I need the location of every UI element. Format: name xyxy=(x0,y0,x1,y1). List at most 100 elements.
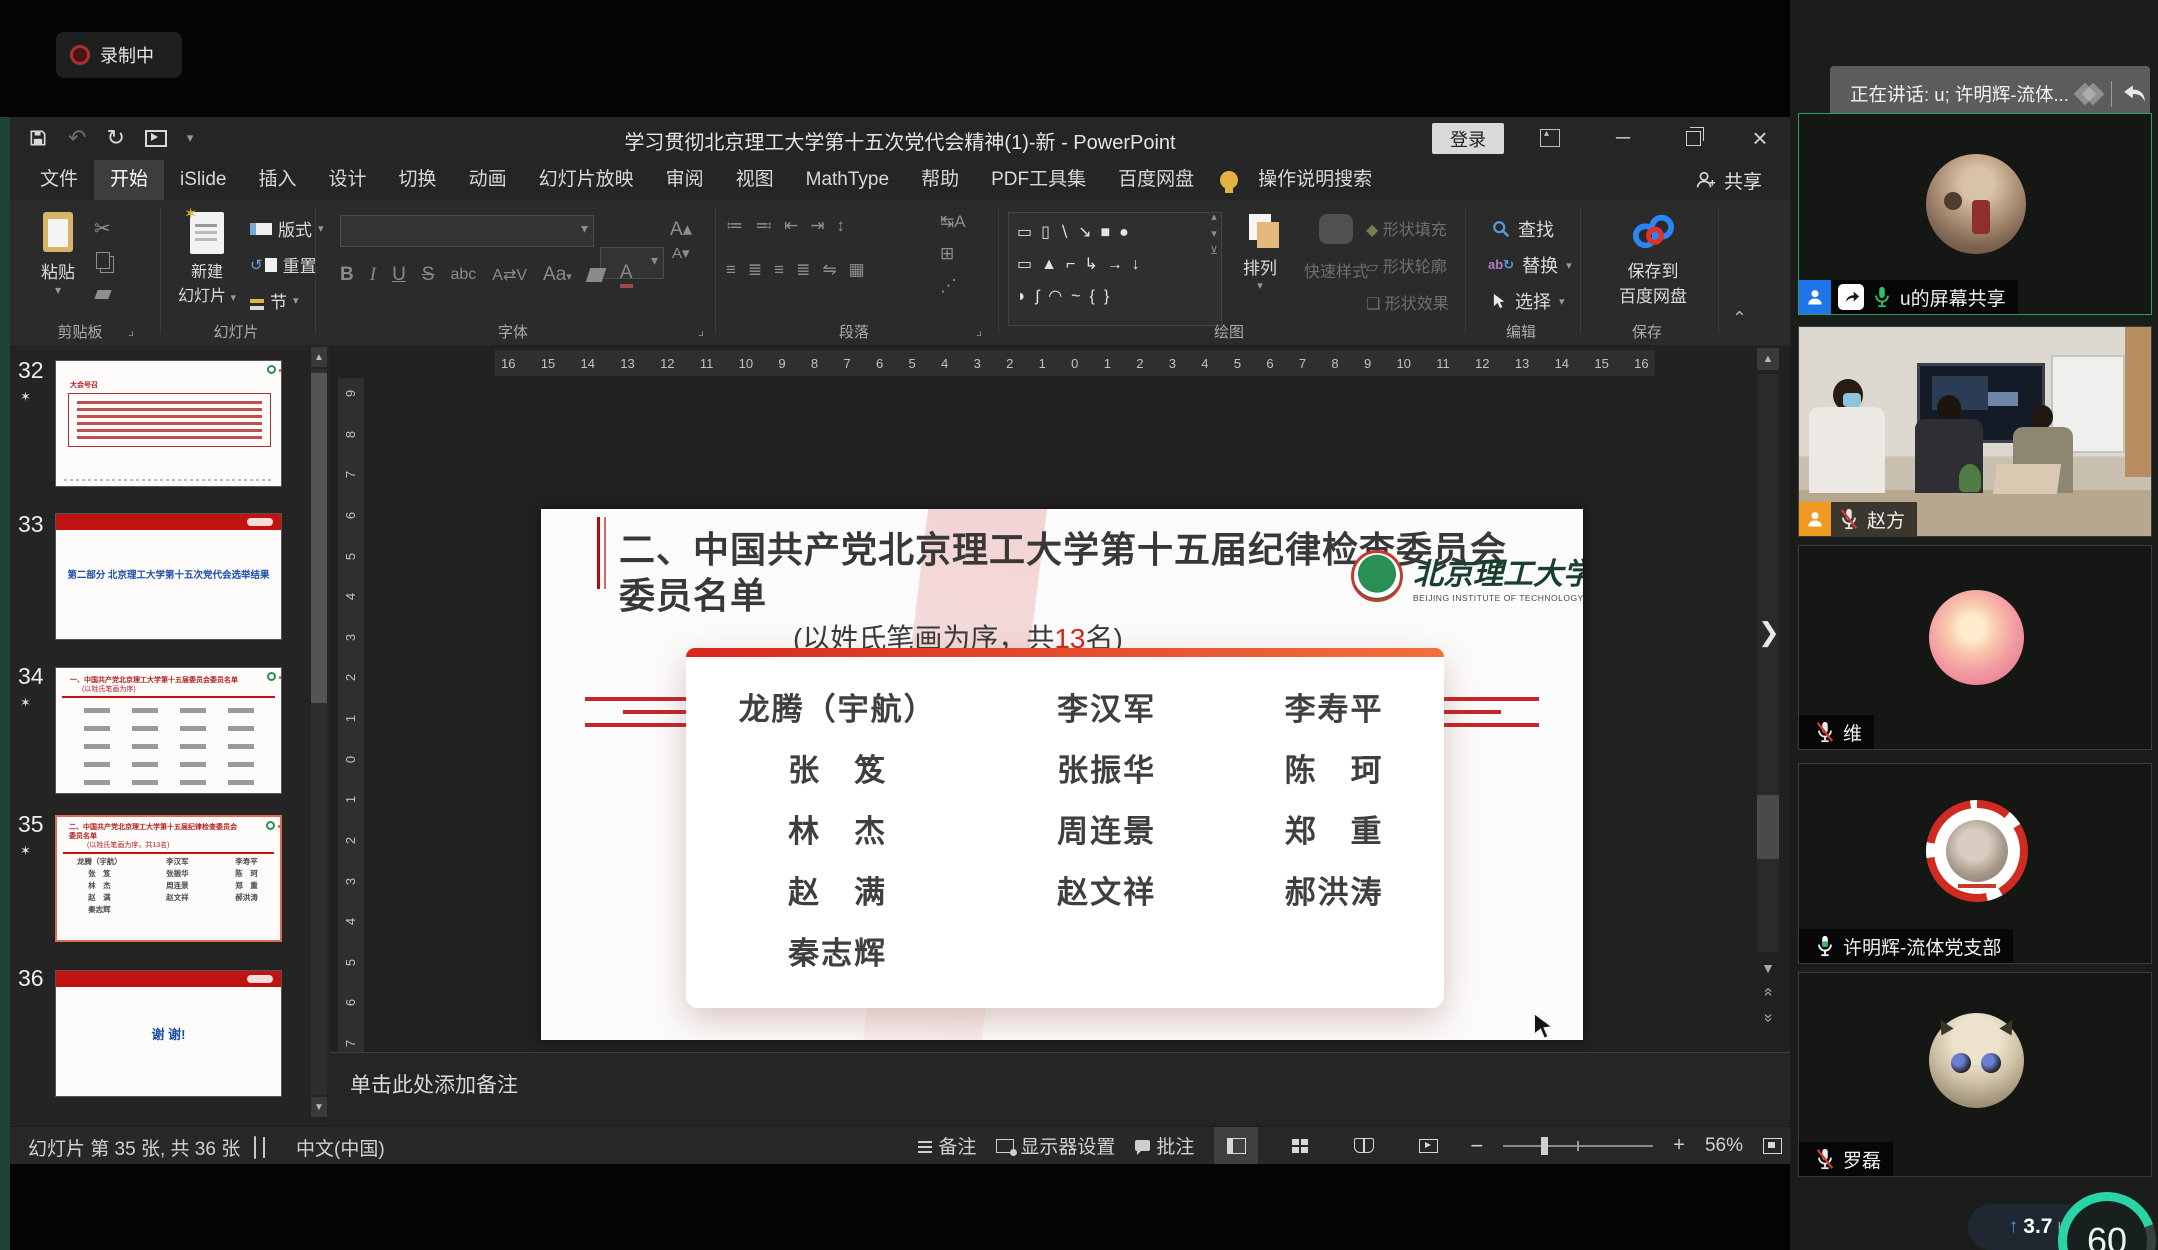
tab-切换[interactable]: 切换 xyxy=(383,160,453,200)
panel-scroll-up[interactable]: ▲ xyxy=(311,347,327,367)
tab-PDF工具集[interactable]: PDF工具集 xyxy=(975,160,1102,200)
quick-styles-button[interactable]: 快速样式 xyxy=(1296,214,1376,282)
participant-tile[interactable]: 许明辉-流体党支部 xyxy=(1798,763,2152,964)
find-button[interactable]: 查找 xyxy=(1492,216,1554,242)
slide-thumbnail-36[interactable]: 谢 谢! xyxy=(55,970,282,1097)
slide-thumbnail-32[interactable]: 大会号召 xyxy=(55,360,282,487)
paste-button[interactable]: 粘贴 ▾ xyxy=(30,212,86,297)
tab-百度网盘[interactable]: 百度网盘 xyxy=(1102,160,1210,200)
redo-icon[interactable]: ↻ xyxy=(106,125,124,151)
slide-scrollbar-track[interactable] xyxy=(1757,374,1779,952)
slide-thumbnail-33[interactable]: 第二部分 北京理工大学第十五次党代会选举结果 xyxy=(55,513,282,640)
participant-chip: 维 xyxy=(1799,715,1874,749)
next-slide-button[interactable]: » xyxy=(1757,1007,1779,1029)
floating-badge[interactable]: 60 xyxy=(2058,1192,2156,1250)
tab-幻灯片放映[interactable]: 幻灯片放映 xyxy=(523,160,650,200)
format-painter-icon[interactable] xyxy=(94,290,111,299)
animation-star-icon[interactable]: ✶ xyxy=(20,695,31,711)
tab-帮助[interactable]: 帮助 xyxy=(905,160,975,200)
font-name-combobox[interactable] xyxy=(340,215,594,247)
paragraph-dialog-launcher[interactable]: ⌟ xyxy=(976,323,982,339)
tab-审阅[interactable]: 审阅 xyxy=(650,160,720,200)
panel-scroll-down[interactable]: ▼ xyxy=(311,1097,327,1117)
participant-tile[interactable]: 罗磊 xyxy=(1798,972,2152,1177)
increase-font-icon[interactable]: A▴ xyxy=(670,218,692,241)
previous-slide-button[interactable]: « xyxy=(1757,981,1779,1003)
font-dialog-launcher[interactable]: ⌟ xyxy=(698,323,704,339)
slide-sorter-view-button[interactable] xyxy=(1278,1127,1322,1164)
paragraph-buttons-row2[interactable]: ≡≣≡≣⇋▦ xyxy=(726,260,877,280)
copy-icon[interactable] xyxy=(96,252,110,269)
tab-操作说明搜索[interactable]: 操作说明搜索 xyxy=(1242,160,1388,200)
notes-pane[interactable]: 单击此处添加备注 xyxy=(330,1052,1790,1127)
tab-文件[interactable]: 文件 xyxy=(24,160,94,200)
reset-button[interactable]: ↺ 重置 xyxy=(250,252,317,277)
slideshow-view-button[interactable] xyxy=(1406,1127,1450,1164)
tab-插入[interactable]: 插入 xyxy=(243,160,313,200)
section-button[interactable]: 节▾ xyxy=(250,288,299,313)
participant-tile-sharer[interactable]: u的屏幕共享 xyxy=(1798,113,2152,315)
replace-button[interactable]: ab↻ 替换 ▾ xyxy=(1488,252,1572,278)
reading-view-button[interactable] xyxy=(1342,1127,1386,1164)
save-icon[interactable] xyxy=(28,128,48,148)
language-indicator[interactable]: 中文(中国) xyxy=(296,1134,385,1161)
expand-video-panel-chevron[interactable]: ❯ xyxy=(1758,617,1780,648)
participant-tile-video[interactable]: 赵方 xyxy=(1798,326,2152,537)
tab-iSlide[interactable]: iSlide xyxy=(164,160,242,200)
animation-star-icon[interactable]: ✶ xyxy=(20,843,31,859)
arrange-button[interactable]: 排列 ▾ xyxy=(1232,214,1288,292)
tab-动画[interactable]: 动画 xyxy=(453,160,523,200)
select-button[interactable]: 选择 ▾ xyxy=(1492,288,1565,314)
tab-设计[interactable]: 设计 xyxy=(313,160,383,200)
tab-MathType[interactable]: MathType xyxy=(790,160,905,200)
close-button[interactable]: × xyxy=(1745,125,1775,151)
qat-customize-icon[interactable]: ▾ xyxy=(187,130,194,146)
zoom-slider-thumb[interactable] xyxy=(1541,1137,1548,1155)
avatar xyxy=(1926,154,2026,254)
scroll-down-button[interactable]: ▼ xyxy=(1757,957,1779,979)
save-to-netdisk-button[interactable]: 保存到 百度网盘 xyxy=(1592,210,1714,307)
panel-scrollbar-thumb[interactable] xyxy=(311,373,327,703)
collapse-ribbon-icon[interactable]: ⌃ xyxy=(1732,308,1747,329)
slide-scrollbar-thumb[interactable] xyxy=(1757,795,1779,859)
shape-format-buttons[interactable]: ◆ 形状填充 ▱ 形状轮廓 ❏ 形状效果 xyxy=(1366,216,1449,314)
slide-thumbnail-34[interactable]: 一、中国共产党北京理工大学第十五届委员会委员名单 (以姓氏笔画为序) xyxy=(55,667,282,794)
zoom-slider[interactable] xyxy=(1503,1145,1653,1147)
paragraph-buttons-row1[interactable]: ≔≕⇤⇥↕ xyxy=(726,216,857,236)
new-slide-button[interactable]: 新建 幻灯片 ▾ xyxy=(172,212,242,306)
share-control[interactable]: 共享 xyxy=(1694,160,1762,200)
display-settings-button[interactable]: 显示器设置 xyxy=(996,1132,1115,1159)
restore-button[interactable] xyxy=(1678,125,1708,151)
shapes-gallery[interactable]: ▭▯∖↘■●▭▲⌐↳→↓◗ʃ◠~{} xyxy=(1008,212,1222,326)
slide-canvas[interactable]: 二、中国共产党北京理工大学第十五届纪律检查委员会 委员名单 (以姓氏笔画为序，共… xyxy=(541,509,1583,1040)
shapes-scroll[interactable]: ▴▾⊻ xyxy=(1210,210,1218,257)
font-format-buttons[interactable]: B I U S abc A⇄V Aa▾ A xyxy=(340,262,633,288)
zoom-in-button[interactable]: + xyxy=(1673,1134,1685,1157)
fit-to-window-icon[interactable] xyxy=(1763,1138,1782,1154)
minimize-button[interactable]: ─ xyxy=(1608,125,1638,151)
login-button[interactable]: 登录 xyxy=(1432,123,1504,154)
undo-icon[interactable]: ↶ xyxy=(68,125,86,151)
normal-view-button[interactable] xyxy=(1214,1127,1258,1164)
zoom-out-button[interactable]: − xyxy=(1470,1133,1483,1159)
slideshow-icon[interactable] xyxy=(145,130,167,147)
spellcheck-icon[interactable] xyxy=(254,1136,256,1159)
slide-thumbnail-35-selected[interactable]: 二、中国共产党北京理工大学第十五届纪律检查委员会 委员名单 (以姓氏笔画为序，共… xyxy=(55,815,282,942)
notes-toggle[interactable]: 备注 xyxy=(918,1132,976,1159)
paragraph-buttons-col[interactable]: ↹A⊞⋰ xyxy=(940,212,978,296)
vertical-ruler[interactable]: 98765432101234567 xyxy=(338,378,364,1052)
tab-视图[interactable]: 视图 xyxy=(720,160,790,200)
scroll-up-button[interactable]: ▲ xyxy=(1757,348,1779,370)
horizontal-ruler[interactable]: 1615141312111098765432101234567891011121… xyxy=(495,350,1655,376)
cut-icon[interactable]: ✂ xyxy=(94,216,111,241)
animation-star-icon[interactable]: ✶ xyxy=(20,389,31,405)
zoom-percentage[interactable]: 56% xyxy=(1705,1135,1743,1157)
ribbon-display-options-button[interactable] xyxy=(1535,125,1565,151)
reply-arrow-icon[interactable] xyxy=(2122,82,2148,106)
comments-button[interactable]: 批注 xyxy=(1135,1132,1194,1159)
tab-开始[interactable]: 开始 xyxy=(94,160,164,200)
participant-tile[interactable]: 维 xyxy=(1798,545,2152,750)
clipboard-dialog-launcher[interactable]: ⌟ xyxy=(128,323,134,339)
layout-button[interactable]: 版式▾ xyxy=(250,216,324,241)
decrease-font-icon[interactable]: A▾ xyxy=(672,244,690,262)
